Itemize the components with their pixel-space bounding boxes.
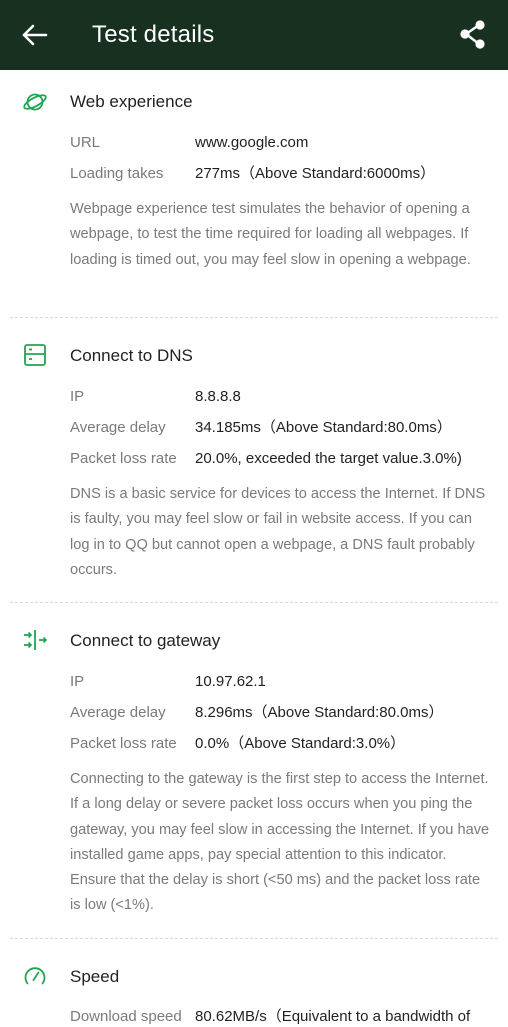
download-label: Download speed — [70, 1008, 182, 1025]
gateway-ip-value: 10.97.62.1 — [195, 673, 266, 690]
url-value: www.google.com — [195, 134, 309, 151]
planet-icon — [23, 93, 47, 111]
gateway-description: Connecting to the gateway is the first s… — [70, 771, 490, 914]
dns-ip-value: 8.8.8.8 — [195, 388, 241, 405]
web-experience-description: Webpage experience test simulates the be… — [70, 201, 471, 268]
gateway-ip-label: IP — [70, 673, 85, 690]
dns-delay-value: 34.185ms（Above Standard:80.0ms） — [195, 419, 452, 436]
gateway-delay-value: 8.296ms（Above Standard:80.0ms） — [195, 704, 444, 721]
gateway-icon — [24, 630, 48, 650]
gateway-title: Connect to gateway — [70, 631, 221, 650]
gateway-loss-label: Packet loss rate — [70, 735, 177, 752]
dns-delay-label: Average delay — [70, 419, 166, 436]
loading-value: 277ms（Above Standard:6000ms） — [195, 165, 436, 182]
share-button[interactable] — [456, 17, 490, 51]
speedometer-icon — [24, 967, 46, 985]
download-value: 80.62MB/s（Equivalent to a bandwidth of — [195, 1008, 471, 1025]
divider — [10, 317, 498, 318]
gateway-delay-label: Average delay — [70, 704, 166, 721]
dns-title: Connect to DNS — [70, 346, 193, 365]
share-icon — [460, 20, 485, 49]
dns-loss-value: 20.0%, exceeded the target value.3.0%) — [195, 450, 462, 467]
back-button[interactable] — [18, 19, 52, 51]
dns-ip-label: IP — [70, 388, 85, 405]
dns-loss-label: Packet loss rate — [70, 450, 177, 467]
page-title: Test details — [92, 21, 215, 48]
dns-description: DNS is a basic service for devices to ac… — [70, 486, 486, 578]
app-bar: Test details — [0, 0, 508, 70]
loading-label: Loading takes — [70, 165, 164, 182]
web-experience-title: Web experience — [70, 92, 193, 111]
gateway-loss-value: 0.0%（Above Standard:3.0%） — [195, 735, 406, 752]
server-icon — [24, 344, 46, 366]
speed-title: Speed — [70, 967, 120, 986]
arrow-left-icon — [22, 24, 48, 46]
url-label: URL — [70, 134, 101, 151]
divider — [10, 938, 498, 939]
divider — [10, 602, 498, 603]
